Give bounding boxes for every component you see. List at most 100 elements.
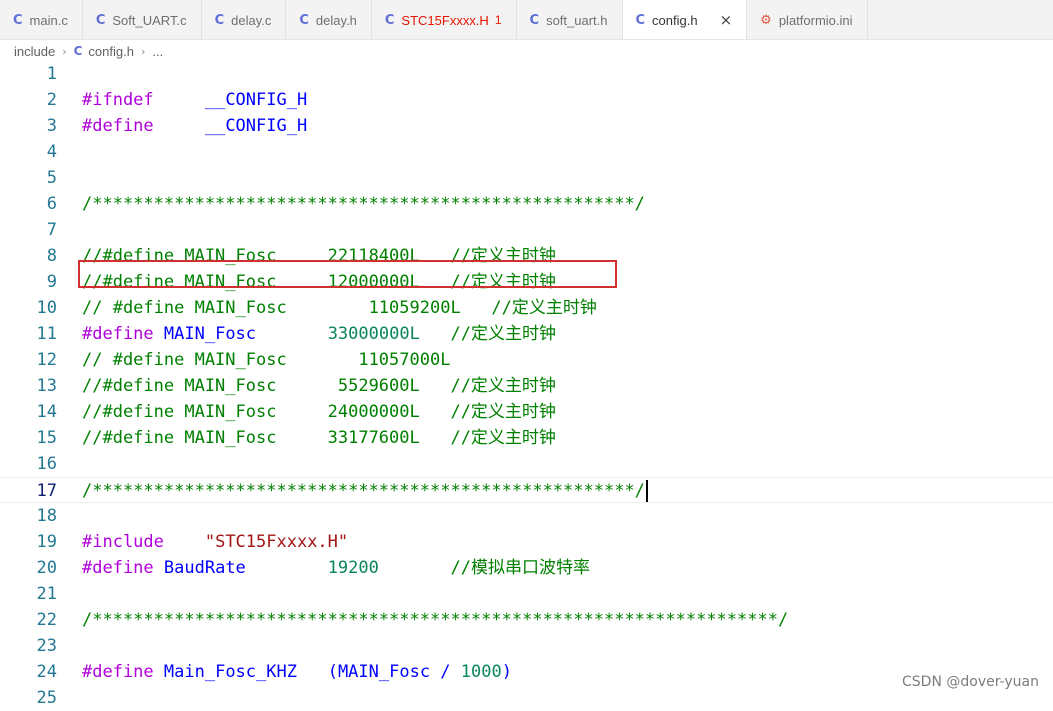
code-text: /***************************************… xyxy=(82,608,788,632)
code-line[interactable]: 15 //#define MAIN_Fosc 33177600L //定义主时钟 xyxy=(0,425,1053,451)
tab-label: config.h xyxy=(652,12,698,28)
code-token: __CONFIG_H xyxy=(204,116,308,136)
breadcrumb: include › C config.h › ... xyxy=(0,40,1053,62)
code-line[interactable]: 4 xyxy=(0,139,1053,165)
text-cursor xyxy=(645,480,648,502)
tab-soft-uart-h[interactable]: C soft_uart.h xyxy=(517,0,623,39)
code-line[interactable]: 19 #include "STC15Fxxxx.H" xyxy=(0,529,1053,555)
code-line[interactable]: 21 xyxy=(0,581,1053,607)
tab-label: platformio.ini xyxy=(778,12,853,28)
c-file-icon: C xyxy=(214,12,225,28)
code-token: //#define MAIN_Fosc 5529600L //定义主时钟 xyxy=(82,376,556,396)
code-line[interactable]: 25 xyxy=(0,685,1053,711)
tab-stc15fxxxx-h[interactable]: C STC15Fxxxx.H 1 xyxy=(372,0,517,39)
tab-config-h[interactable]: C config.h × xyxy=(622,0,748,39)
code-line[interactable]: 18 xyxy=(0,503,1053,529)
tab-label: Soft_UART.c xyxy=(112,12,187,28)
code-line[interactable]: 14 //#define MAIN_Fosc 24000000L //定义主时钟 xyxy=(0,399,1053,425)
line-number: 13 xyxy=(36,376,57,396)
line-number: 21 xyxy=(36,584,57,604)
code-token: MAIN_Fosc xyxy=(337,662,431,682)
line-number: 15 xyxy=(36,428,57,448)
code-token: // #define MAIN_Fosc 11057000L xyxy=(82,350,451,370)
chevron-right-icon: › xyxy=(62,44,67,58)
breadcrumb-file[interactable]: config.h xyxy=(88,44,134,59)
code-token: BaudRate xyxy=(163,558,246,578)
line-number: 3 xyxy=(46,116,57,136)
code-line[interactable]: 23 xyxy=(0,633,1053,659)
line-number: 24 xyxy=(36,662,57,682)
line-number: 14 xyxy=(36,402,57,422)
tab-label: main.c xyxy=(29,12,68,28)
code-token: Main_Fosc_KHZ xyxy=(163,662,297,682)
line-number: 8 xyxy=(46,246,57,266)
code-line[interactable]: 17 /*************************************… xyxy=(0,477,1053,503)
code-token: ( xyxy=(327,662,338,682)
tab-main-c[interactable]: C main.c xyxy=(0,0,83,39)
line-number: 4 xyxy=(46,142,57,162)
c-file-icon: C xyxy=(73,44,83,58)
code-line[interactable]: 20 #define BaudRate 19200 //模拟串口波特率 xyxy=(0,555,1053,581)
code-line[interactable]: 10 // #define MAIN_Fosc 11059200L //定义主时钟 xyxy=(0,295,1053,321)
tab-delay-h[interactable]: C delay.h xyxy=(286,0,372,39)
line-number: 9 xyxy=(46,272,57,292)
line-number: 1 xyxy=(46,64,57,84)
close-icon[interactable]: × xyxy=(720,11,733,29)
code-line[interactable]: 24 #define Main_Fosc_KHZ (MAIN_Fosc / 100… xyxy=(0,659,1053,685)
code-line[interactable]: 6 /**************************************… xyxy=(0,191,1053,217)
code-text: /***************************************… xyxy=(82,192,645,216)
code-line[interactable]: 11 #define MAIN_Fosc 33000000L //定义主时钟 xyxy=(0,321,1053,347)
code-line[interactable]: 1 xyxy=(0,61,1053,87)
tab-soft-uart-c[interactable]: C Soft_UART.c xyxy=(83,0,202,39)
line-number: 16 xyxy=(36,454,57,474)
code-token: //定义主时钟 xyxy=(450,324,557,344)
line-number: 10 xyxy=(36,298,57,318)
code-line[interactable]: 5 xyxy=(0,165,1053,191)
c-file-icon: C xyxy=(95,12,106,28)
code-editor[interactable]: 1 2 #ifndef __CONFIG_H 3 #define __CONFIG_H 4… xyxy=(0,61,1053,708)
code-text: //#define MAIN_Fosc 5529600L //定义主时钟 xyxy=(82,374,556,398)
code-text: //#define MAIN_Fosc 24000000L //定义主时钟 xyxy=(82,400,556,424)
code-line[interactable]: 22 /*************************************… xyxy=(0,607,1053,633)
code-token: /***************************************… xyxy=(82,194,645,214)
tab-label: STC15Fxxxx.H xyxy=(401,12,489,28)
code-line[interactable]: 7 xyxy=(0,217,1053,243)
breadcrumb-symbols[interactable]: ... xyxy=(152,44,163,59)
code-token: 1000 xyxy=(460,662,502,682)
editor-tab-bar: C main.c C Soft_UART.c C delay.c C delay… xyxy=(0,0,1053,40)
code-token: / xyxy=(430,662,461,682)
code-token: __CONFIG_H xyxy=(204,90,308,110)
code-line[interactable]: 12 // #define MAIN_Fosc 11057000L xyxy=(0,347,1053,373)
code-line[interactable]: 3 #define __CONFIG_H xyxy=(0,113,1053,139)
line-number: 20 xyxy=(36,558,57,578)
code-line[interactable]: 13 //#define MAIN_Fosc 5529600L //定义主时钟 xyxy=(0,373,1053,399)
code-text: #define __CONFIG_H xyxy=(82,114,307,138)
code-line[interactable]: 2 #ifndef __CONFIG_H xyxy=(0,87,1053,113)
watermark: CSDN @dover-yuan xyxy=(902,674,1039,690)
breadcrumb-folder[interactable]: include xyxy=(14,44,55,59)
tab-delay-c[interactable]: C delay.c xyxy=(202,0,287,39)
line-number: 6 xyxy=(46,194,57,214)
line-number: 22 xyxy=(36,610,57,630)
line-number: 7 xyxy=(46,220,57,240)
platformio-icon: ⚙ xyxy=(760,12,772,28)
line-number: 5 xyxy=(46,168,57,188)
code-token: #define xyxy=(82,662,154,682)
code-line[interactable]: 16 xyxy=(0,451,1053,477)
code-text: /***************************************… xyxy=(82,479,648,503)
tab-platformio-ini[interactable]: ⚙ platformio.ini xyxy=(747,0,868,39)
code-token: //#define MAIN_Fosc 33177600L //定义主时钟 xyxy=(82,428,556,448)
code-text: //#define MAIN_Fosc 33177600L //定义主时钟 xyxy=(82,426,556,450)
code-text: #define BaudRate 19200 //模拟串口波特率 xyxy=(82,556,590,580)
code-text: #include "STC15Fxxxx.H" xyxy=(82,530,348,554)
line-number: 17 xyxy=(36,481,57,501)
code-token: "STC15Fxxxx.H" xyxy=(204,532,349,552)
